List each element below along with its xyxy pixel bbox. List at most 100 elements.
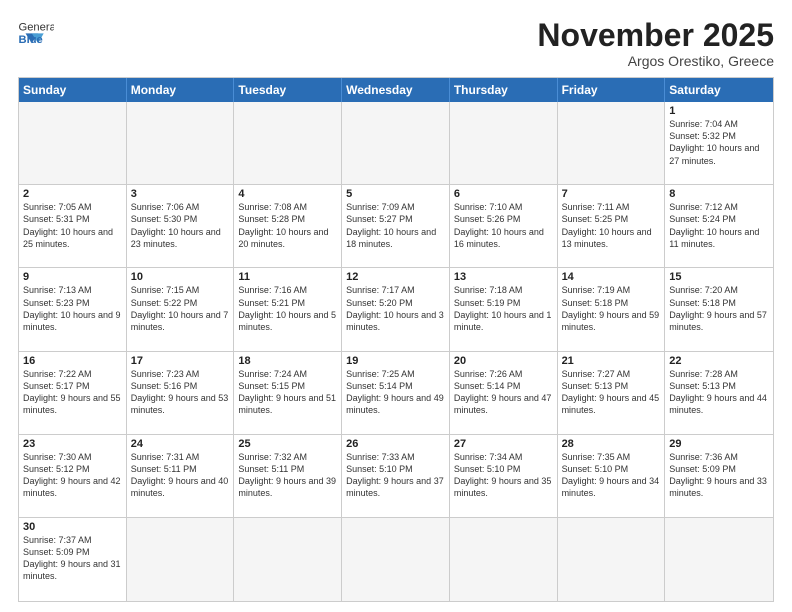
empty-cell <box>127 102 235 185</box>
day-header-saturday: Saturday <box>665 78 773 102</box>
day-number: 21 <box>562 355 661 367</box>
day-info: Sunrise: 7:17 AM Sunset: 5:20 PM Dayligh… <box>346 284 445 333</box>
day-info: Sunrise: 7:05 AM Sunset: 5:31 PM Dayligh… <box>23 201 122 250</box>
day-info: Sunrise: 7:32 AM Sunset: 5:11 PM Dayligh… <box>238 451 337 500</box>
day-header-thursday: Thursday <box>450 78 558 102</box>
day-number: 11 <box>238 271 337 283</box>
day-info: Sunrise: 7:34 AM Sunset: 5:10 PM Dayligh… <box>454 451 553 500</box>
day-info: Sunrise: 7:22 AM Sunset: 5:17 PM Dayligh… <box>23 368 122 417</box>
calendar: SundayMondayTuesdayWednesdayThursdayFrid… <box>18 77 774 602</box>
day-cell-2: 2Sunrise: 7:05 AM Sunset: 5:31 PM Daylig… <box>19 185 127 268</box>
day-number: 25 <box>238 438 337 450</box>
day-header-friday: Friday <box>558 78 666 102</box>
day-number: 17 <box>131 355 230 367</box>
day-info: Sunrise: 7:04 AM Sunset: 5:32 PM Dayligh… <box>669 118 769 167</box>
empty-cell <box>558 518 666 601</box>
day-cell-26: 26Sunrise: 7:33 AM Sunset: 5:10 PM Dayli… <box>342 435 450 518</box>
generalblue-icon: General Blue <box>18 18 54 46</box>
day-number: 1 <box>669 105 769 117</box>
day-number: 19 <box>346 355 445 367</box>
day-cell-18: 18Sunrise: 7:24 AM Sunset: 5:15 PM Dayli… <box>234 352 342 435</box>
day-cell-11: 11Sunrise: 7:16 AM Sunset: 5:21 PM Dayli… <box>234 268 342 351</box>
day-cell-23: 23Sunrise: 7:30 AM Sunset: 5:12 PM Dayli… <box>19 435 127 518</box>
day-info: Sunrise: 7:37 AM Sunset: 5:09 PM Dayligh… <box>23 534 122 583</box>
day-cell-29: 29Sunrise: 7:36 AM Sunset: 5:09 PM Dayli… <box>665 435 773 518</box>
empty-cell <box>342 102 450 185</box>
day-number: 16 <box>23 355 122 367</box>
empty-cell <box>450 518 558 601</box>
day-info: Sunrise: 7:28 AM Sunset: 5:13 PM Dayligh… <box>669 368 769 417</box>
empty-cell <box>234 102 342 185</box>
day-cell-6: 6Sunrise: 7:10 AM Sunset: 5:26 PM Daylig… <box>450 185 558 268</box>
svg-text:Blue: Blue <box>19 34 43 46</box>
day-cell-25: 25Sunrise: 7:32 AM Sunset: 5:11 PM Dayli… <box>234 435 342 518</box>
day-info: Sunrise: 7:11 AM Sunset: 5:25 PM Dayligh… <box>562 201 661 250</box>
day-number: 23 <box>23 438 122 450</box>
day-number: 14 <box>562 271 661 283</box>
day-info: Sunrise: 7:24 AM Sunset: 5:15 PM Dayligh… <box>238 368 337 417</box>
day-cell-10: 10Sunrise: 7:15 AM Sunset: 5:22 PM Dayli… <box>127 268 235 351</box>
day-number: 3 <box>131 188 230 200</box>
day-info: Sunrise: 7:09 AM Sunset: 5:27 PM Dayligh… <box>346 201 445 250</box>
day-header-sunday: Sunday <box>19 78 127 102</box>
day-cell-15: 15Sunrise: 7:20 AM Sunset: 5:18 PM Dayli… <box>665 268 773 351</box>
day-number: 4 <box>238 188 337 200</box>
day-number: 20 <box>454 355 553 367</box>
day-cell-30: 30Sunrise: 7:37 AM Sunset: 5:09 PM Dayli… <box>19 518 127 601</box>
day-number: 15 <box>669 271 769 283</box>
empty-cell <box>127 518 235 601</box>
day-cell-22: 22Sunrise: 7:28 AM Sunset: 5:13 PM Dayli… <box>665 352 773 435</box>
title-block: November 2025 Argos Orestiko, Greece <box>537 18 774 69</box>
calendar-grid: 1Sunrise: 7:04 AM Sunset: 5:32 PM Daylig… <box>19 102 773 601</box>
day-header-tuesday: Tuesday <box>234 78 342 102</box>
day-cell-13: 13Sunrise: 7:18 AM Sunset: 5:19 PM Dayli… <box>450 268 558 351</box>
day-cell-14: 14Sunrise: 7:19 AM Sunset: 5:18 PM Dayli… <box>558 268 666 351</box>
day-info: Sunrise: 7:16 AM Sunset: 5:21 PM Dayligh… <box>238 284 337 333</box>
location: Argos Orestiko, Greece <box>537 53 774 69</box>
day-number: 13 <box>454 271 553 283</box>
empty-cell <box>450 102 558 185</box>
day-number: 5 <box>346 188 445 200</box>
day-info: Sunrise: 7:15 AM Sunset: 5:22 PM Dayligh… <box>131 284 230 333</box>
day-cell-12: 12Sunrise: 7:17 AM Sunset: 5:20 PM Dayli… <box>342 268 450 351</box>
empty-cell <box>558 102 666 185</box>
month-title: November 2025 <box>537 18 774 53</box>
day-info: Sunrise: 7:12 AM Sunset: 5:24 PM Dayligh… <box>669 201 769 250</box>
day-cell-16: 16Sunrise: 7:22 AM Sunset: 5:17 PM Dayli… <box>19 352 127 435</box>
day-cell-17: 17Sunrise: 7:23 AM Sunset: 5:16 PM Dayli… <box>127 352 235 435</box>
day-header-wednesday: Wednesday <box>342 78 450 102</box>
day-info: Sunrise: 7:26 AM Sunset: 5:14 PM Dayligh… <box>454 368 553 417</box>
day-number: 8 <box>669 188 769 200</box>
day-number: 22 <box>669 355 769 367</box>
day-number: 7 <box>562 188 661 200</box>
day-cell-9: 9Sunrise: 7:13 AM Sunset: 5:23 PM Daylig… <box>19 268 127 351</box>
day-info: Sunrise: 7:36 AM Sunset: 5:09 PM Dayligh… <box>669 451 769 500</box>
page: General Blue November 2025 Argos Orestik… <box>0 0 792 612</box>
day-info: Sunrise: 7:25 AM Sunset: 5:14 PM Dayligh… <box>346 368 445 417</box>
day-info: Sunrise: 7:30 AM Sunset: 5:12 PM Dayligh… <box>23 451 122 500</box>
day-number: 6 <box>454 188 553 200</box>
day-cell-7: 7Sunrise: 7:11 AM Sunset: 5:25 PM Daylig… <box>558 185 666 268</box>
day-cell-20: 20Sunrise: 7:26 AM Sunset: 5:14 PM Dayli… <box>450 352 558 435</box>
day-info: Sunrise: 7:27 AM Sunset: 5:13 PM Dayligh… <box>562 368 661 417</box>
day-info: Sunrise: 7:20 AM Sunset: 5:18 PM Dayligh… <box>669 284 769 333</box>
day-info: Sunrise: 7:23 AM Sunset: 5:16 PM Dayligh… <box>131 368 230 417</box>
day-info: Sunrise: 7:18 AM Sunset: 5:19 PM Dayligh… <box>454 284 553 333</box>
day-number: 2 <box>23 188 122 200</box>
day-info: Sunrise: 7:13 AM Sunset: 5:23 PM Dayligh… <box>23 284 122 333</box>
day-number: 24 <box>131 438 230 450</box>
day-cell-1: 1Sunrise: 7:04 AM Sunset: 5:32 PM Daylig… <box>665 102 773 185</box>
header: General Blue November 2025 Argos Orestik… <box>18 18 774 69</box>
day-number: 9 <box>23 271 122 283</box>
day-header-monday: Monday <box>127 78 235 102</box>
empty-cell <box>665 518 773 601</box>
day-cell-27: 27Sunrise: 7:34 AM Sunset: 5:10 PM Dayli… <box>450 435 558 518</box>
day-info: Sunrise: 7:33 AM Sunset: 5:10 PM Dayligh… <box>346 451 445 500</box>
day-cell-3: 3Sunrise: 7:06 AM Sunset: 5:30 PM Daylig… <box>127 185 235 268</box>
day-cell-4: 4Sunrise: 7:08 AM Sunset: 5:28 PM Daylig… <box>234 185 342 268</box>
empty-cell <box>234 518 342 601</box>
logo: General Blue <box>18 18 54 46</box>
day-info: Sunrise: 7:19 AM Sunset: 5:18 PM Dayligh… <box>562 284 661 333</box>
day-headers: SundayMondayTuesdayWednesdayThursdayFrid… <box>19 78 773 102</box>
day-cell-19: 19Sunrise: 7:25 AM Sunset: 5:14 PM Dayli… <box>342 352 450 435</box>
